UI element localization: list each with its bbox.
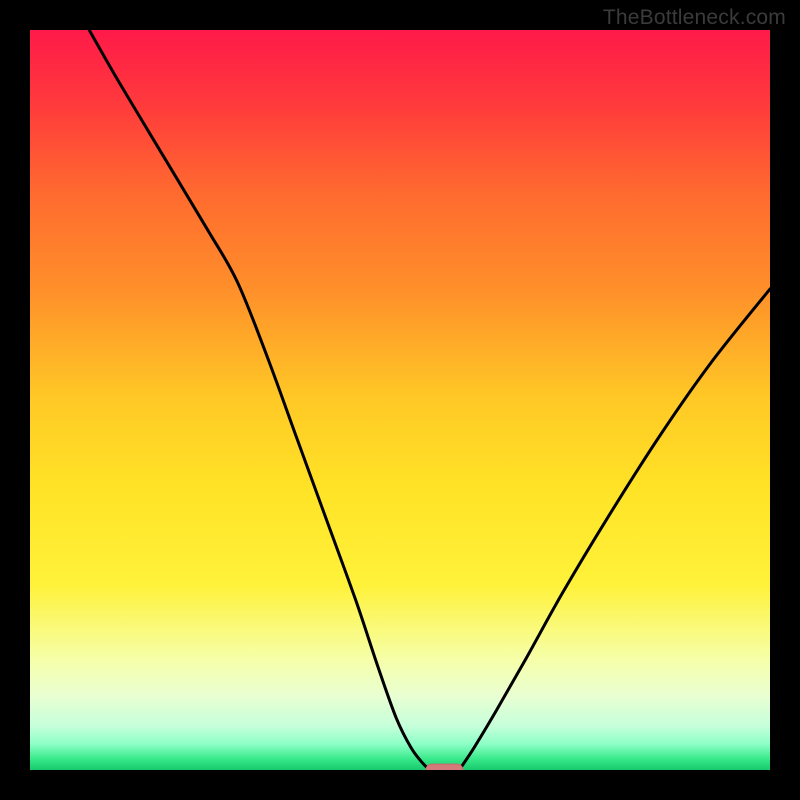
- chart-frame: { "watermark": "TheBottleneck.com", "col…: [0, 0, 800, 800]
- gradient-background: [30, 30, 770, 770]
- plot-area: [30, 30, 770, 776]
- bottleneck-chart: [0, 0, 800, 800]
- watermark-text: TheBottleneck.com: [603, 6, 786, 30]
